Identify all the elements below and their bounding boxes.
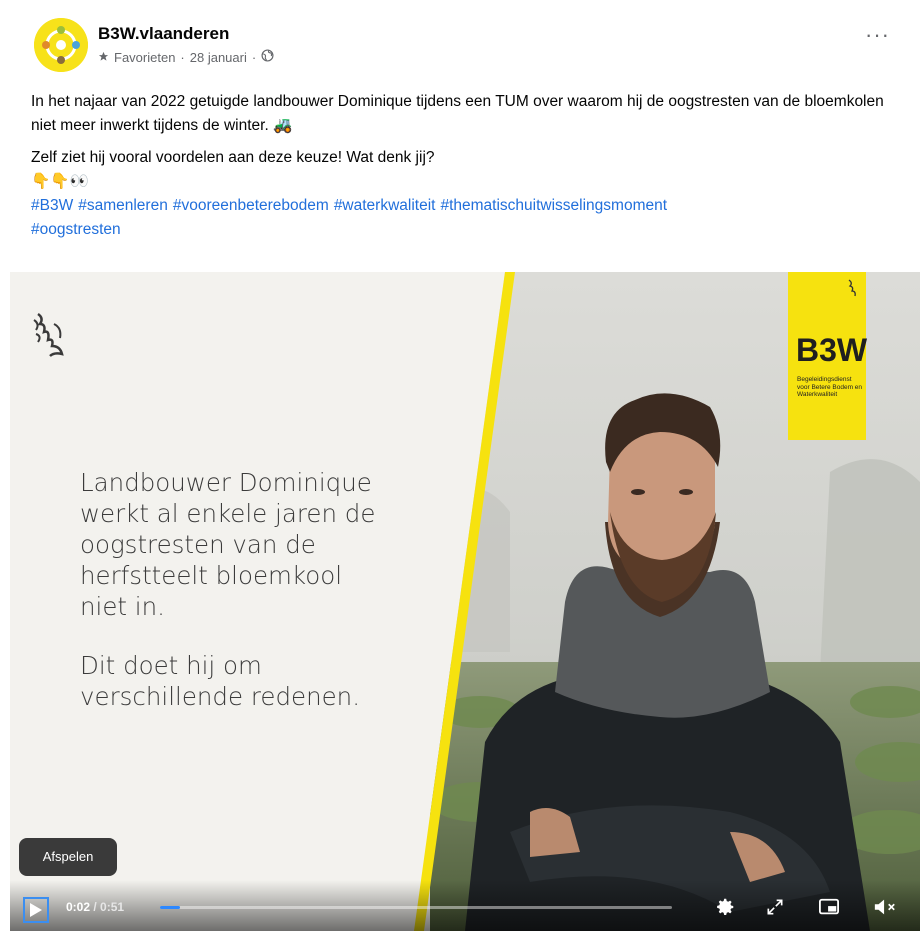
progress-bar[interactable] (160, 906, 672, 909)
star-icon (98, 50, 109, 65)
hashtag-link[interactable]: #thematischuitwisselingsmoment (440, 197, 667, 214)
meta-separator-2: · (251, 49, 257, 65)
badge-title: B3W (796, 332, 868, 368)
globe-icon[interactable] (261, 49, 274, 65)
video-controls: 0:02 / 0:51 (10, 880, 920, 931)
hashtag-link[interactable]: #B3W (31, 197, 73, 214)
picture-in-picture-icon[interactable] (816, 894, 842, 920)
flemish-lion-logo (32, 310, 72, 365)
b3w-badge: B3W Begeleidingsdienst voor Betere Bodem… (788, 272, 868, 440)
caption-line: herfstteelt bloemkool (80, 561, 343, 590)
caption-line: niet in. (80, 592, 165, 621)
meta-separator: · (180, 49, 185, 65)
caption-line: Landbouwer Dominique (80, 468, 372, 497)
page-name-link[interactable]: B3W.vlaanderen (98, 24, 229, 44)
play-icon (30, 903, 42, 917)
fullscreen-icon[interactable] (762, 894, 788, 920)
post-header: B3W.vlaanderen Favorieten · 28 januari ·… (0, 0, 920, 270)
post-text: In het najaar van 2022 getuigde landbouw… (31, 90, 891, 242)
page-avatar[interactable] (34, 18, 88, 72)
post-paragraph-2: Zelf ziet hij vooral voordelen aan deze … (31, 149, 435, 166)
progress-fill (160, 906, 181, 909)
more-options-button[interactable]: ··· (865, 24, 890, 46)
post-paragraph-1: In het najaar van 2022 getuigde landbouw… (31, 93, 884, 134)
total-time: 0:51 (100, 900, 125, 914)
hashtag-link[interactable]: #oogstresten (31, 221, 121, 238)
play-tooltip: Afspelen (19, 838, 117, 876)
caption-line: verschillende redenen. (80, 682, 360, 711)
play-button[interactable] (23, 897, 49, 923)
video-player[interactable]: Landbouwer Dominique werkt al enkele jar… (10, 272, 920, 931)
post-date[interactable]: 28 januari (190, 50, 247, 65)
time-separator: / (90, 900, 101, 914)
video-caption: Landbouwer Dominique werkt al enkele jar… (80, 467, 410, 712)
post-meta: Favorieten · 28 januari · (98, 49, 274, 65)
hashtag-link[interactable]: #samenleren (78, 197, 168, 214)
caption-line: oogstresten van de (80, 530, 316, 559)
badge-subtitle: Begeleidingsdienst voor Betere Bodem en … (797, 376, 863, 398)
mini-lion-icon (848, 279, 856, 297)
hashtag-link[interactable]: #waterkwaliteit (334, 197, 436, 214)
current-time: 0:02 (66, 900, 91, 914)
favorites-label[interactable]: Favorieten (114, 50, 175, 65)
caption-line: Dit doet hij om (80, 651, 262, 680)
hashtag-list: #B3W #samenleren #vooreenbeterebodem #water… (31, 194, 891, 242)
caption-line: werkt al enkele jaren de (80, 499, 376, 528)
settings-gear-icon[interactable] (712, 894, 738, 920)
hashtag-link[interactable]: #vooreenbeterebodem (173, 197, 329, 214)
post-emoji-line: 👇👇👀 (31, 173, 89, 190)
mute-volume-icon[interactable] (872, 894, 898, 920)
time-display: 0:02 / 0:51 (66, 900, 124, 914)
